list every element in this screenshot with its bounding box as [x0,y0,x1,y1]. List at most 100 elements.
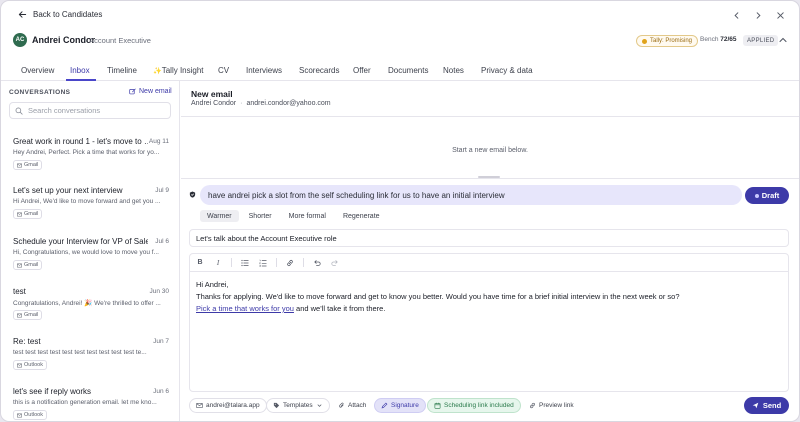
templates-dropdown[interactable]: Templates [266,398,330,413]
conversation-preview: this is a notification generation email.… [13,399,157,406]
arrow-left-icon [18,11,27,18]
from-account-label: andrei@talara.app [206,402,260,409]
email-editor[interactable]: B I Hi Andrei, Thanks for applying. We'd… [189,253,789,392]
back-label: Back to Candidates [33,10,103,19]
conversation-preview: Hi, Congratulations, we would love to mo… [13,249,159,256]
mail-icon [196,403,203,408]
compose-actions: andrei@talara.app Templates Attach Signa… [189,397,789,415]
paperclip-icon [339,402,344,408]
attach-button[interactable]: Attach [331,398,373,413]
tab-tally-insight-label: Tally Insight [161,66,204,75]
list-item[interactable]: Re: test Jun 7 test test test test test … [1,337,180,387]
source-badge: Gmail [13,260,43,270]
body-cta-rest: and we'll take it from there. [293,304,386,313]
list-item[interactable]: test Jun 30 Congratulations, Andrei! 🎉 W… [1,287,180,337]
chevron-right-icon[interactable] [753,9,763,21]
tab-tally-insight[interactable]: ✨Tally Insight [153,66,204,75]
tab-privacy-data[interactable]: Privacy & data [481,66,533,75]
tab-offer[interactable]: Offer [353,66,371,75]
tab-bar: Overview Inbox Timeline ✨Tally Insight C… [1,60,799,81]
candidate-header: AC Andrei Condor · Account Executive Tal… [1,30,799,54]
subject-field[interactable]: Let's talk about the Account Executive r… [189,229,789,247]
toolbar-divider [231,258,232,267]
chip-shorter[interactable]: Shorter [242,210,279,222]
source-badge: Gmail [13,160,43,170]
source-label: Gmail [24,211,39,217]
scheduling-link[interactable]: Pick a time that works for you [196,304,294,313]
conversation-subject: Schedule your Interview for VP of Sales [13,237,148,246]
toolbar-divider [303,258,304,267]
send-button[interactable]: Send [744,397,789,414]
compose-panel: New email Andrei Condor · andrei.condor@… [181,81,799,421]
pen-icon [381,402,388,409]
italic-icon[interactable]: I [213,258,223,268]
status-badge: APPLIED [743,35,779,46]
chip-regenerate[interactable]: Regenerate [336,210,387,222]
tab-notes[interactable]: Notes [443,66,464,75]
source-label: Gmail [24,162,39,168]
conversation-subject: Let's set up your next interview [13,186,123,195]
source-label: Outlook [24,412,43,418]
chevron-left-icon[interactable] [731,9,741,21]
source-badge: Gmail [13,310,43,320]
divider [181,116,799,117]
scheduling-label: Scheduling link included [444,402,514,409]
numbered-list-icon[interactable] [258,258,268,268]
back-to-candidates-link[interactable]: Back to Candidates [18,10,102,19]
avatar: AC [13,33,27,47]
from-account-selector[interactable]: andrei@talara.app [189,398,267,413]
chip-warmer[interactable]: Warmer [200,210,239,222]
empty-thread-message: Start a new email below. [452,147,528,154]
link-icon[interactable] [285,258,295,268]
conversation-subject: Great work in round 1 - let's move to … [13,137,148,146]
window-controls [731,9,785,21]
tab-scorecards[interactable]: Scorecards [299,66,339,75]
page-title: New email [191,89,233,99]
draft-button[interactable]: Draft [745,187,789,204]
bold-icon[interactable]: B [195,258,205,268]
email-body: Hi Andrei, Thanks for applying. We'd lik… [196,279,680,315]
list-item[interactable]: Let's set up your next interview Jul 9 H… [1,186,180,236]
chip-more-formal[interactable]: More formal [282,210,333,222]
tab-timeline[interactable]: Timeline [107,66,137,75]
list-item[interactable]: Schedule your Interview for VP of Sales … [1,237,180,287]
bench-score: Bench 72/65 [700,36,737,43]
bullet-list-icon[interactable] [240,258,250,268]
search-input[interactable] [28,106,168,115]
attach-label: Attach [348,402,367,409]
list-item[interactable]: let's see if reply works Jun 6 this is a… [1,387,180,421]
signature-toggle[interactable]: Signature [374,398,426,413]
chevron-up-icon[interactable] [778,35,788,45]
recipient-name: Andrei Condor [191,100,237,107]
preview-link-button[interactable]: Preview link [522,398,581,413]
tag-icon [273,402,280,409]
send-icon [752,402,759,409]
top-bar: Back to Candidates [1,1,799,30]
conversation-preview: Hey Andrei, Perfect. Pick a time that wo… [13,149,160,156]
tab-cv[interactable]: CV [218,66,229,75]
signature-label: Signature [391,402,419,409]
tab-inbox[interactable]: Inbox [70,66,90,75]
tally-status-badge[interactable]: Tally: Promising [636,35,699,47]
tab-interviews[interactable]: Interviews [246,66,282,75]
body-paragraph: Thanks for applying. We'd like to move f… [196,292,680,301]
chevron-down-icon [317,404,322,407]
recipient-email: andrei.condor@yahoo.com [246,100,331,107]
source-badge: Outlook [13,360,47,370]
tab-overview[interactable]: Overview [21,66,54,75]
mail-icon [17,413,22,417]
undo-icon[interactable] [312,258,322,268]
list-item[interactable]: Great work in round 1 - let's move to … … [1,137,180,187]
scheduling-link-toggle[interactable]: Scheduling link included [427,398,521,413]
body-cta-line: Pick a time that works for you and we'll… [196,303,680,315]
conversation-subject: test [13,287,26,296]
close-icon[interactable] [775,9,785,21]
sparkle-icon [754,193,759,198]
body-greeting: Hi Andrei, [196,280,229,289]
new-email-button[interactable]: New email [129,88,172,95]
source-badge: Outlook [13,410,47,420]
tab-documents[interactable]: Documents [388,66,428,75]
ai-refine-chips: Warmer Shorter More formal Regenerate [200,210,387,222]
ai-prompt-input[interactable]: have andrei pick a slot from the self sc… [200,185,742,205]
redo-icon[interactable] [330,258,340,268]
